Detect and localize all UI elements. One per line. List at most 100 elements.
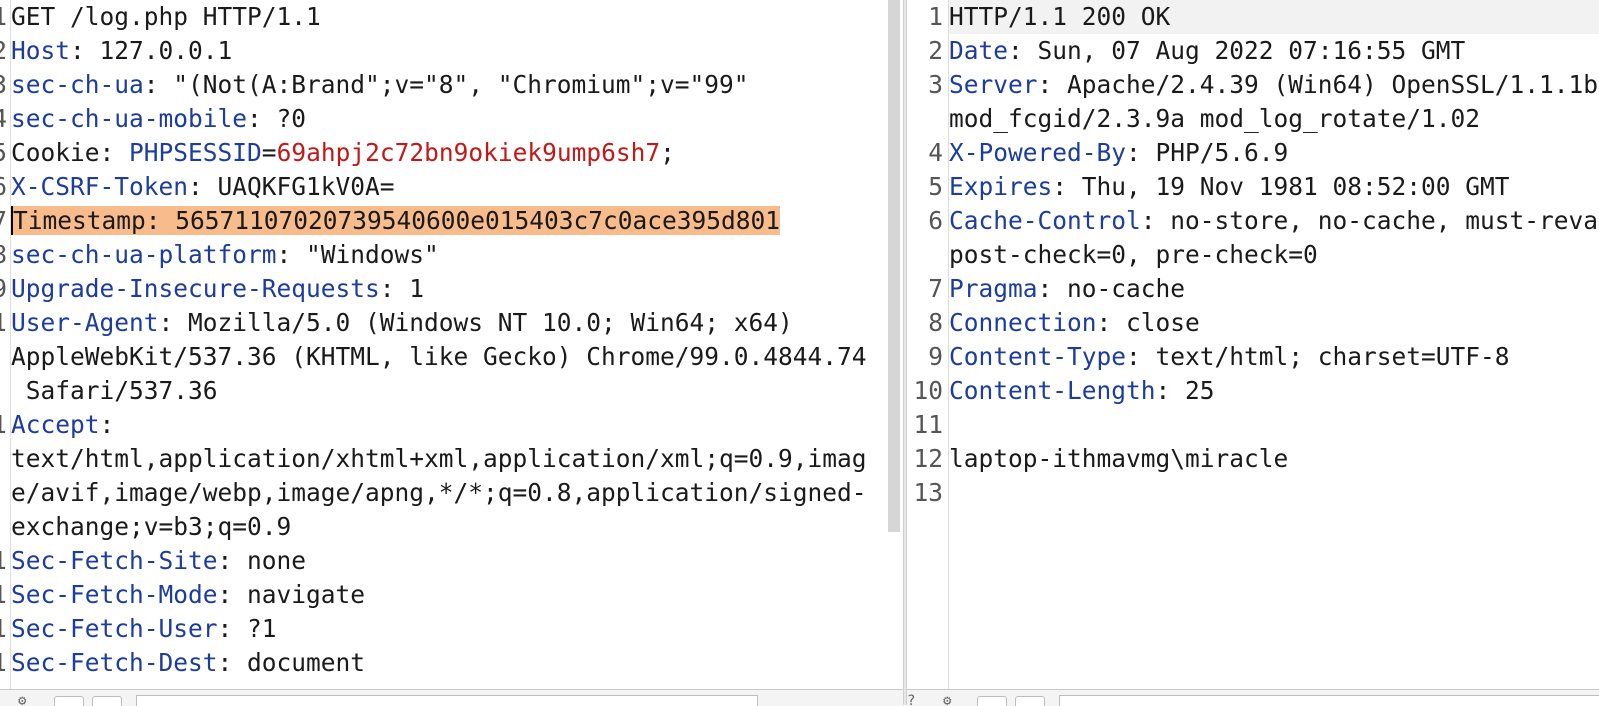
header-name: Connection — [949, 308, 1097, 337]
request-header-line: sec-ch-ua-mobile: ?0 — [11, 104, 307, 133]
response-wrapped-line: mod_fcgid/2.3.9a mod_log_rotate/1.02 — [949, 104, 1481, 133]
request-header-line: sec-ch-ua: "(Not(A:Brand";v="8", "Chromi… — [11, 70, 749, 99]
request-header-line: Sec-Fetch-User: ?1 — [11, 614, 277, 643]
response-line-number: 13 — [913, 478, 943, 507]
header-name: Cookie — [11, 138, 100, 167]
request-header-line: X-CSRF-Token: UAQKFG1kV0A= — [11, 172, 395, 201]
response-viewer[interactable]: 1 2 3 4 5 6 7 8 9 10 11 12 13 HTTP/1.1 2… — [907, 0, 1599, 689]
header-value: ?1 — [247, 614, 277, 643]
header-name: Host — [11, 36, 71, 65]
request-wrapped-line: text/html,application/xhtml+xml,applicat… — [11, 444, 867, 473]
settings-icon[interactable]: ⚙ — [943, 693, 951, 706]
response-header-line: Server: Apache/2.4.39 (Win64) OpenSSL/1.… — [949, 70, 1599, 99]
response-line-number: 10 — [913, 376, 943, 405]
request-header-line: Host: 127.0.0.1 — [11, 36, 233, 65]
header-name: X-Powered-By — [949, 138, 1127, 167]
header-name: Expires — [949, 172, 1053, 201]
request-line-number: 15 — [0, 646, 7, 680]
header-name: Timestamp — [13, 206, 146, 235]
request-method-line: GET /log.php HTTP/1.1 — [11, 2, 321, 31]
header-name: Date — [949, 36, 1009, 65]
settings-icon[interactable]: ⚙ — [18, 693, 26, 706]
header-name: Server — [949, 70, 1038, 99]
request-editor[interactable]: 1 2 3 4 5 6 7 8 9 10 11 12 13 14 15 GET … — [0, 0, 903, 689]
request-wrapped-line: Safari/537.36 — [11, 376, 218, 405]
response-header-line: Expires: Thu, 19 Nov 1981 08:52:00 GMT — [949, 172, 1510, 201]
header-value: Sun, 07 Aug 2022 07:16:55 GMT — [1037, 36, 1466, 65]
request-wrapped-line: e/avif,image/webp,image/apng,*/*;q=0.8,a… — [11, 478, 867, 507]
request-header-line: User-Agent: Mozilla/5.0 (Windows NT 10.0… — [11, 308, 793, 337]
request-line: GET /log.php HTTP/1.1 — [11, 0, 321, 34]
response-header-line: Content-Type: text/html; charset=UTF-8 — [949, 342, 1510, 371]
request-line-number: 4 — [0, 102, 7, 136]
request-line-number: 11 — [0, 408, 7, 442]
response-status-line: HTTP/1.1 200 OK — [949, 2, 1171, 31]
response-line-number: 3 — [928, 70, 943, 99]
header-value: Thu, 19 Nov 1981 08:52:00 GMT — [1081, 172, 1510, 201]
header-value: document — [247, 648, 366, 677]
header-name: User-Agent — [11, 308, 159, 337]
request-header-line: Accept: — [11, 410, 115, 439]
response-header-line: Cache-Control: no-store, no-cache, must-… — [949, 204, 1599, 238]
header-name: Content-Length — [949, 376, 1156, 405]
header-name: Content-Type — [949, 342, 1127, 371]
header-value: 25 — [1185, 376, 1215, 405]
header-value: no-cache — [1067, 274, 1186, 303]
response-header-line: X-Powered-By: PHP/5.6.9 — [949, 138, 1289, 167]
header-value: ?0 — [276, 104, 307, 133]
header-value: "Windows" — [306, 240, 439, 269]
header-name: Upgrade-Insecure-Requests — [11, 274, 380, 303]
search-input[interactable] — [136, 695, 758, 706]
selection-highlight[interactable]: Timestamp: 56571107020739540600e015403c7… — [11, 206, 781, 235]
request-header-line: Sec-Fetch-Dest: document — [11, 648, 366, 677]
header-value: 56571107020739540600e015403c7c0ace395d80… — [175, 206, 781, 235]
response-header-line: Connection: close — [949, 308, 1200, 337]
request-header-line: sec-ch-ua-platform: "Windows" — [11, 240, 439, 269]
header-value: close — [1126, 308, 1200, 337]
response-line-number: 8 — [928, 308, 943, 337]
header-name: Sec-Fetch-Dest — [11, 648, 218, 677]
response-line-number: 1 — [928, 2, 943, 31]
header-value: Mozilla/5.0 (Windows NT 10.0; Win64; x64… — [188, 308, 793, 337]
response-line-number: 7 — [928, 274, 943, 303]
header-value: none — [247, 546, 307, 575]
header-name: Sec-Fetch-User — [11, 614, 218, 643]
request-line-number: 12 — [0, 544, 7, 578]
header-value: UAQKFG1kV0A= — [217, 172, 395, 201]
help-icon[interactable]: ? — [907, 693, 915, 706]
request-scrollbar[interactable] — [888, 0, 900, 532]
header-name: sec-ch-ua — [11, 70, 144, 99]
header-name: Sec-Fetch-Mode — [11, 580, 218, 609]
request-line-number: 7 — [0, 204, 7, 238]
header-name: Cache-Control — [949, 206, 1141, 235]
cookie-value: 69ahpj2c72bn9okiek9ump6sh7 — [276, 138, 661, 167]
response-body: laptop-ithmavmg\miracle — [949, 444, 1289, 473]
response-line-number: 11 — [913, 410, 943, 439]
response-wrapped-line: post-check=0, pre-check=0 — [949, 240, 1318, 269]
response-line-number: 6 — [928, 206, 943, 235]
request-header-line: Sec-Fetch-Mode: navigate — [11, 580, 366, 609]
header-value: Apache/2.4.39 (Win64) OpenSSL/1.1.1b — [1067, 70, 1599, 99]
request-header-line: Cookie: PHPSESSID=69ahpj2c72bn9okiek9ump… — [11, 138, 675, 167]
request-header-line: Upgrade-Insecure-Requests: 1 — [11, 274, 425, 303]
request-wrapped-line: AppleWebKit/537.36 (KHTML, like Gecko) C… — [11, 342, 867, 371]
header-name: Sec-Fetch-Site — [11, 546, 218, 575]
request-line-number: 1 — [0, 0, 7, 34]
request-header-line: Sec-Fetch-Site: none — [11, 546, 307, 575]
request-line-number: 6 — [0, 170, 7, 204]
response-search-toolbar: ? ⚙ — [907, 689, 1599, 706]
header-value: 127.0.0.1 — [99, 36, 233, 65]
request-wrapped-line: exchange;v=b3;q=0.9 — [11, 512, 292, 541]
response-line-number: 12 — [913, 444, 943, 473]
request-line-number: 8 — [0, 238, 7, 272]
header-value: no-store, no-cache, must-revalidate, — [1170, 206, 1599, 235]
header-value: PHP/5.6.9 — [1155, 138, 1289, 167]
header-name: X-CSRF-Token — [11, 172, 189, 201]
search-input[interactable] — [1059, 695, 1599, 706]
header-name: Accept — [11, 410, 100, 439]
request-line-number: 3 — [0, 68, 7, 102]
header-name: sec-ch-ua-platform — [11, 240, 277, 269]
response-line-number: 2 — [928, 36, 943, 65]
response-header-line: Date: Sun, 07 Aug 2022 07:16:55 GMT — [949, 36, 1466, 65]
header-name: Pragma — [949, 274, 1038, 303]
